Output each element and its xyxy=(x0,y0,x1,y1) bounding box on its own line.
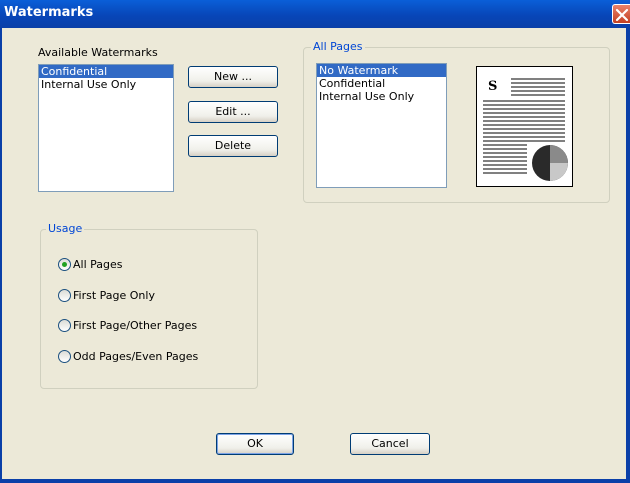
radio-label: First Page Only xyxy=(73,289,155,302)
radio-button[interactable] xyxy=(58,350,71,363)
delete-button[interactable]: Delete xyxy=(188,135,278,157)
close-button[interactable] xyxy=(612,4,630,24)
watermarks-dialog: Watermarks Available Watermarks Confiden… xyxy=(0,0,630,483)
window-border-right xyxy=(626,28,630,483)
cancel-button[interactable]: Cancel xyxy=(350,433,430,455)
list-item[interactable]: Internal Use Only xyxy=(317,90,446,103)
pie-chart-icon xyxy=(532,145,568,181)
available-watermarks-list[interactable]: Confidential Internal Use Only xyxy=(38,64,174,192)
preview-letter: S xyxy=(488,79,497,94)
close-icon xyxy=(615,8,629,22)
radio-button[interactable] xyxy=(58,319,71,332)
radio-button[interactable] xyxy=(58,289,71,302)
radio-selected-dot xyxy=(62,262,67,267)
all-pages-list[interactable]: No Watermark Confidential Internal Use O… xyxy=(316,63,447,188)
window-border-bottom xyxy=(0,479,630,483)
title-bar[interactable]: Watermarks xyxy=(0,0,630,28)
page-preview: S xyxy=(476,66,573,187)
window-border-left xyxy=(0,28,2,483)
radio-button[interactable] xyxy=(58,258,71,271)
list-item[interactable]: Confidential xyxy=(39,65,173,78)
list-item[interactable]: Confidential xyxy=(317,77,446,90)
radio-label: All Pages xyxy=(73,258,123,271)
usage-group-title: Usage xyxy=(46,222,85,235)
list-item[interactable]: No Watermark xyxy=(317,64,446,77)
ok-button[interactable]: OK xyxy=(216,433,294,455)
window-title: Watermarks xyxy=(4,5,94,20)
usage-group xyxy=(40,229,258,389)
all-pages-group-title: All Pages xyxy=(311,40,365,53)
edit-button[interactable]: Edit ... xyxy=(188,101,278,123)
new-button[interactable]: New ... xyxy=(188,66,278,88)
page-preview-graphic: S xyxy=(483,78,568,181)
list-item[interactable]: Internal Use Only xyxy=(39,78,173,91)
available-watermarks-label: Available Watermarks xyxy=(38,46,158,59)
radio-label: First Page/Other Pages xyxy=(73,319,198,332)
radio-label: Odd Pages/Even Pages xyxy=(73,350,199,363)
